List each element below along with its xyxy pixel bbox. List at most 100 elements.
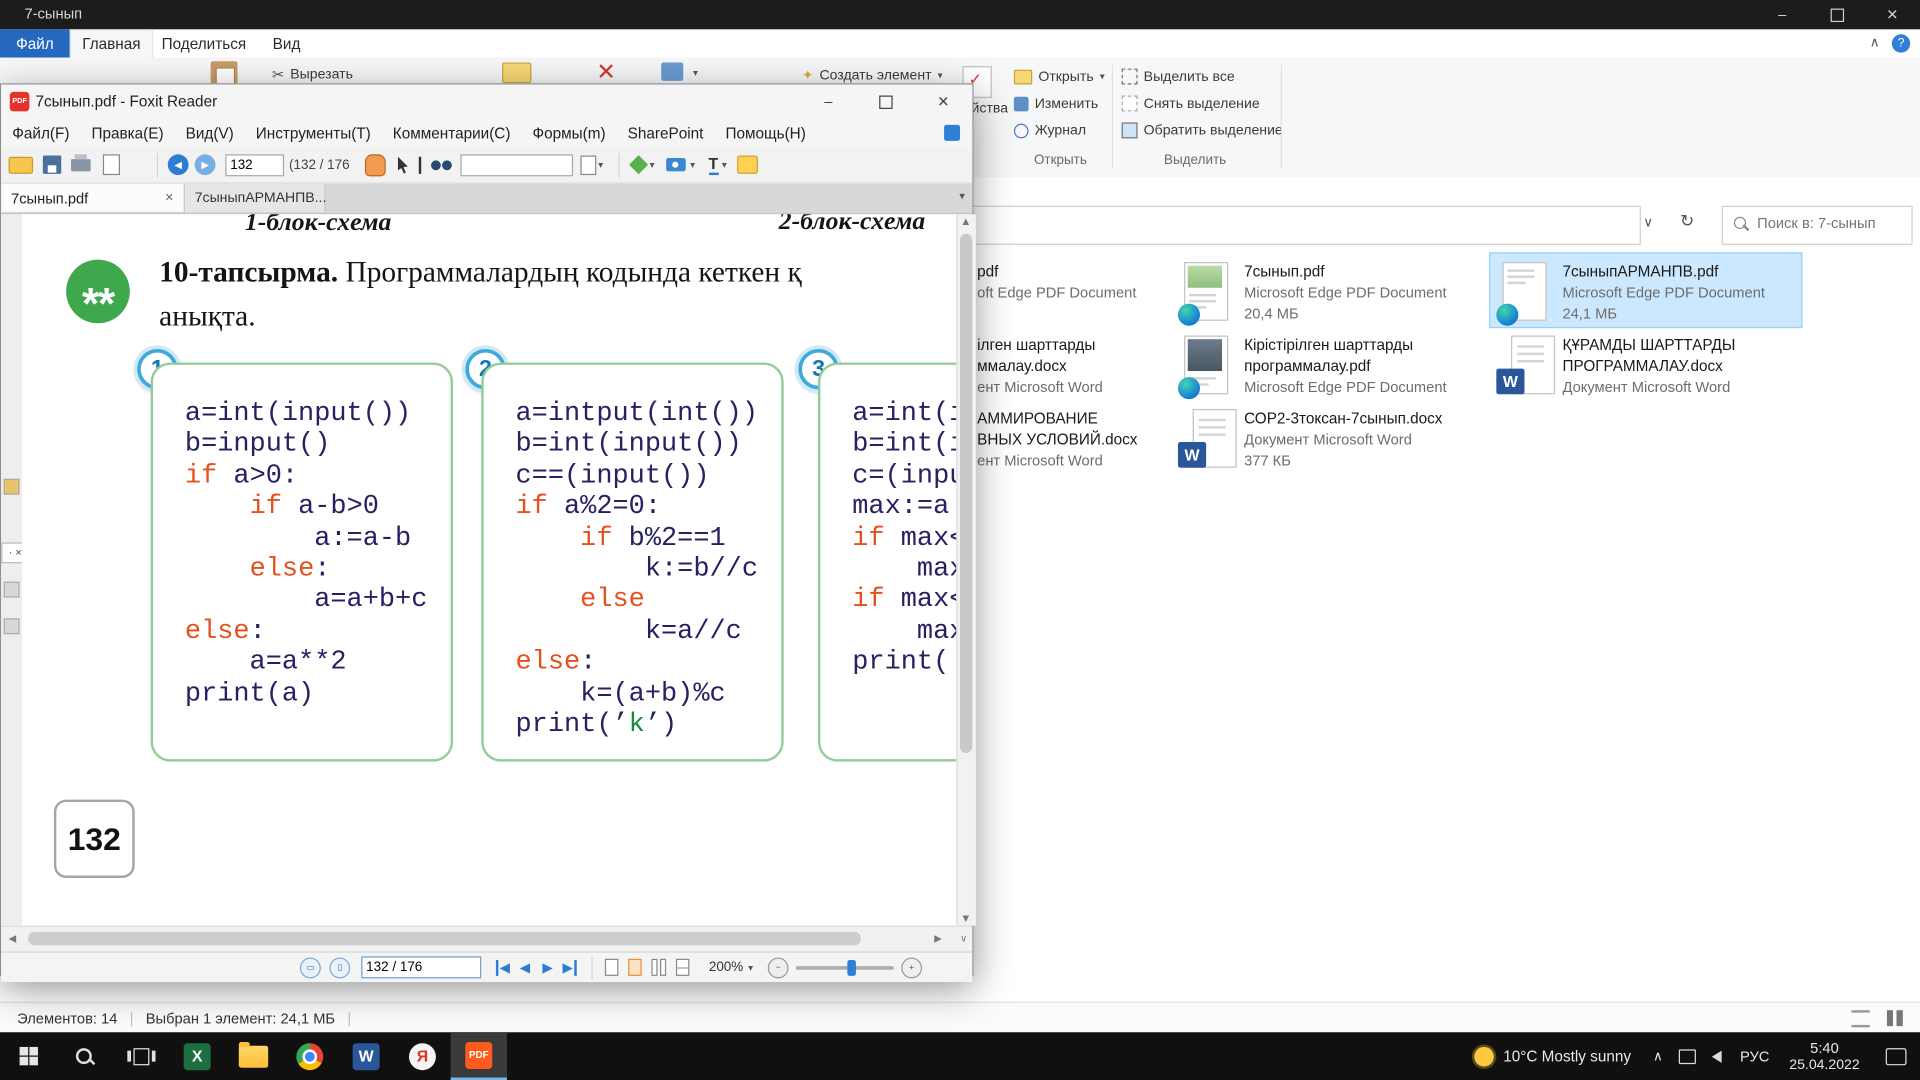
move-to-icon[interactable] <box>502 62 531 83</box>
first-page-icon[interactable]: ◀ <box>496 959 510 975</box>
page-field[interactable] <box>361 956 481 978</box>
zoom-slider[interactable] <box>796 966 894 970</box>
help-icon[interactable]: ? <box>1892 34 1910 52</box>
select-none-button[interactable]: Снять выделение <box>1122 93 1260 114</box>
save-icon[interactable] <box>43 156 61 174</box>
zoom-slider-thumb[interactable] <box>847 959 856 975</box>
tray-volume-icon[interactable] <box>1702 1050 1731 1062</box>
open-button[interactable]: Открыть ▾ <box>1014 66 1105 87</box>
tab-close-icon[interactable]: ✕ <box>165 191 174 204</box>
file-tile-clipped-3[interactable]: АММИРОВАНИЕ ВНЫХ УСЛОВИЙ.docx ент Micros… <box>977 409 1137 471</box>
zoom-level[interactable]: 200% <box>709 960 743 975</box>
menu-edit[interactable]: Правка(Е) <box>80 124 174 141</box>
typewriter-tool-icon[interactable]: T <box>708 155 718 175</box>
foxit-titlebar[interactable]: PDF 7сынып.pdf - Foxit Reader – ✕ <box>1 84 972 118</box>
menu-sharepoint[interactable]: SharePoint <box>617 124 715 141</box>
foxit-maximize-button[interactable] <box>857 84 915 118</box>
delete-dropdown-icon[interactable]: ▾ <box>693 67 698 78</box>
continuous-layout-icon[interactable] <box>628 959 641 976</box>
icons-view-icon[interactable] <box>1887 1010 1903 1026</box>
find-input[interactable] <box>460 154 573 176</box>
next-page-icon[interactable]: ▶ <box>542 959 552 975</box>
text-select-icon[interactable] <box>418 156 420 173</box>
details-view-icon[interactable] <box>1851 1010 1869 1027</box>
zoom-out-icon[interactable]: − <box>768 957 789 978</box>
chevron-down-icon[interactable]: ▾ <box>722 159 727 170</box>
start-button[interactable] <box>0 1032 56 1080</box>
collapse-ribbon-icon[interactable]: ∧ <box>1870 34 1880 50</box>
snapshot-icon[interactable] <box>666 158 686 171</box>
scroll-down-icon[interactable]: ▼ <box>962 913 969 923</box>
clock[interactable]: 5:40 25.04.2022 <box>1778 1039 1871 1073</box>
panel-pages-icon[interactable] <box>4 582 20 598</box>
tray-device-icon[interactable] <box>1673 1049 1702 1064</box>
scrollbar-thumb[interactable] <box>960 234 972 753</box>
chevron-down-icon[interactable]: ▾ <box>650 159 655 170</box>
menu-comments[interactable]: Комментарии(С) <box>382 124 522 141</box>
menu-file[interactable]: Файл(F) <box>1 124 80 141</box>
tray-expand-icon[interactable]: ∧ <box>1643 1048 1672 1064</box>
menu-view[interactable]: Вид(V) <box>175 124 245 141</box>
vertical-scrollbar[interactable]: ▲ ▼ <box>956 214 976 925</box>
taskbar-search-button[interactable] <box>56 1032 112 1080</box>
next-view-icon[interactable]: ▶ <box>195 154 216 175</box>
scroll-left-icon[interactable]: ◀ <box>9 933 17 944</box>
refresh-icon[interactable]: ↻ <box>1680 212 1694 232</box>
minimize-button[interactable]: – <box>1755 0 1810 29</box>
search-input[interactable] <box>1755 213 1907 233</box>
weather-widget[interactable]: 10°C Mostly sunny <box>1462 1046 1644 1066</box>
horizontal-scrollbar[interactable]: ◀ ▶ ∨ <box>1 926 972 952</box>
language-indicator[interactable]: РУС <box>1731 1048 1778 1065</box>
maximize-button[interactable] <box>1810 0 1865 29</box>
zoom-in-icon[interactable]: + <box>901 957 922 978</box>
previous-view-icon[interactable]: ◀ <box>168 154 189 175</box>
email-doc-icon[interactable] <box>103 154 120 175</box>
scroll-right-icon[interactable]: ▶ <box>934 933 942 944</box>
cut-button[interactable]: ✂ Вырезать <box>272 64 353 85</box>
history-button[interactable]: Журнал <box>1014 120 1086 141</box>
excel-taskbar-icon[interactable]: X <box>169 1032 225 1080</box>
rename-icon[interactable] <box>661 62 683 80</box>
tab-view[interactable]: Вид <box>255 29 319 57</box>
foxit-minimize-button[interactable]: – <box>800 84 858 118</box>
delete-icon[interactable]: ✕ <box>596 59 615 86</box>
file-tile-clipped-1[interactable]: pdf oft Edge PDF Document <box>977 262 1136 304</box>
select-all-button[interactable]: Выделить все <box>1122 66 1235 87</box>
note-tool-icon[interactable] <box>737 156 758 174</box>
tab-share[interactable]: Поделиться <box>153 29 255 57</box>
word-taskbar-icon[interactable]: W <box>338 1032 394 1080</box>
chevron-down-icon[interactable]: ▾ <box>598 159 603 170</box>
file-tile-clipped-2[interactable]: ілген шарттарды ммалау.docx ент Microsof… <box>977 336 1103 398</box>
doc-tab-active[interactable]: 7сынып.pdf ✕ <box>1 184 185 212</box>
invert-selection-button[interactable]: Обратить выделение <box>1122 120 1283 141</box>
yandex-taskbar-icon[interactable]: Я <box>394 1032 450 1080</box>
scroll-up-icon[interactable]: ▲ <box>962 217 969 227</box>
menubar-widget-icon[interactable] <box>944 125 960 141</box>
tab-file[interactable]: Файл <box>0 29 70 57</box>
single-page-layout-icon[interactable] <box>605 959 618 976</box>
chrome-taskbar-icon[interactable] <box>282 1032 338 1080</box>
fit-page-icon[interactable]: ▯ <box>329 957 350 978</box>
highlight-tool-icon[interactable] <box>629 155 648 174</box>
doc-tab[interactable]: 7сыныпАРМАНПВ... <box>185 184 326 212</box>
panel-bookmark-icon[interactable] <box>4 479 20 495</box>
select-tool-icon[interactable] <box>396 156 408 173</box>
explorer-titlebar[interactable]: 7-сынып – ✕ <box>0 0 1920 29</box>
menu-tools[interactable]: Инструменты(Т) <box>245 124 382 141</box>
close-button[interactable]: ✕ <box>1865 0 1920 29</box>
page-number-input[interactable] <box>225 154 284 176</box>
scroll-corner-down-icon[interactable]: ∨ <box>960 933 967 944</box>
menu-help[interactable]: Помощь(Н) <box>714 124 816 141</box>
open-file-icon[interactable] <box>9 156 33 173</box>
zoom-page-icon[interactable] <box>580 155 596 175</box>
search-box[interactable] <box>1722 206 1913 245</box>
search-binoculars-icon[interactable] <box>430 160 440 170</box>
fit-width-icon[interactable]: ▭ <box>300 957 321 978</box>
print-icon[interactable] <box>71 159 91 171</box>
previous-page-icon[interactable]: ◀ <box>520 959 530 975</box>
file-explorer-taskbar-icon[interactable] <box>225 1032 281 1080</box>
four-page-layout-icon[interactable] <box>676 959 689 976</box>
chevron-down-icon[interactable]: ▾ <box>690 159 695 170</box>
foxit-close-button[interactable]: ✕ <box>915 84 973 118</box>
address-dropdown-icon[interactable]: ∨ <box>1643 214 1653 230</box>
